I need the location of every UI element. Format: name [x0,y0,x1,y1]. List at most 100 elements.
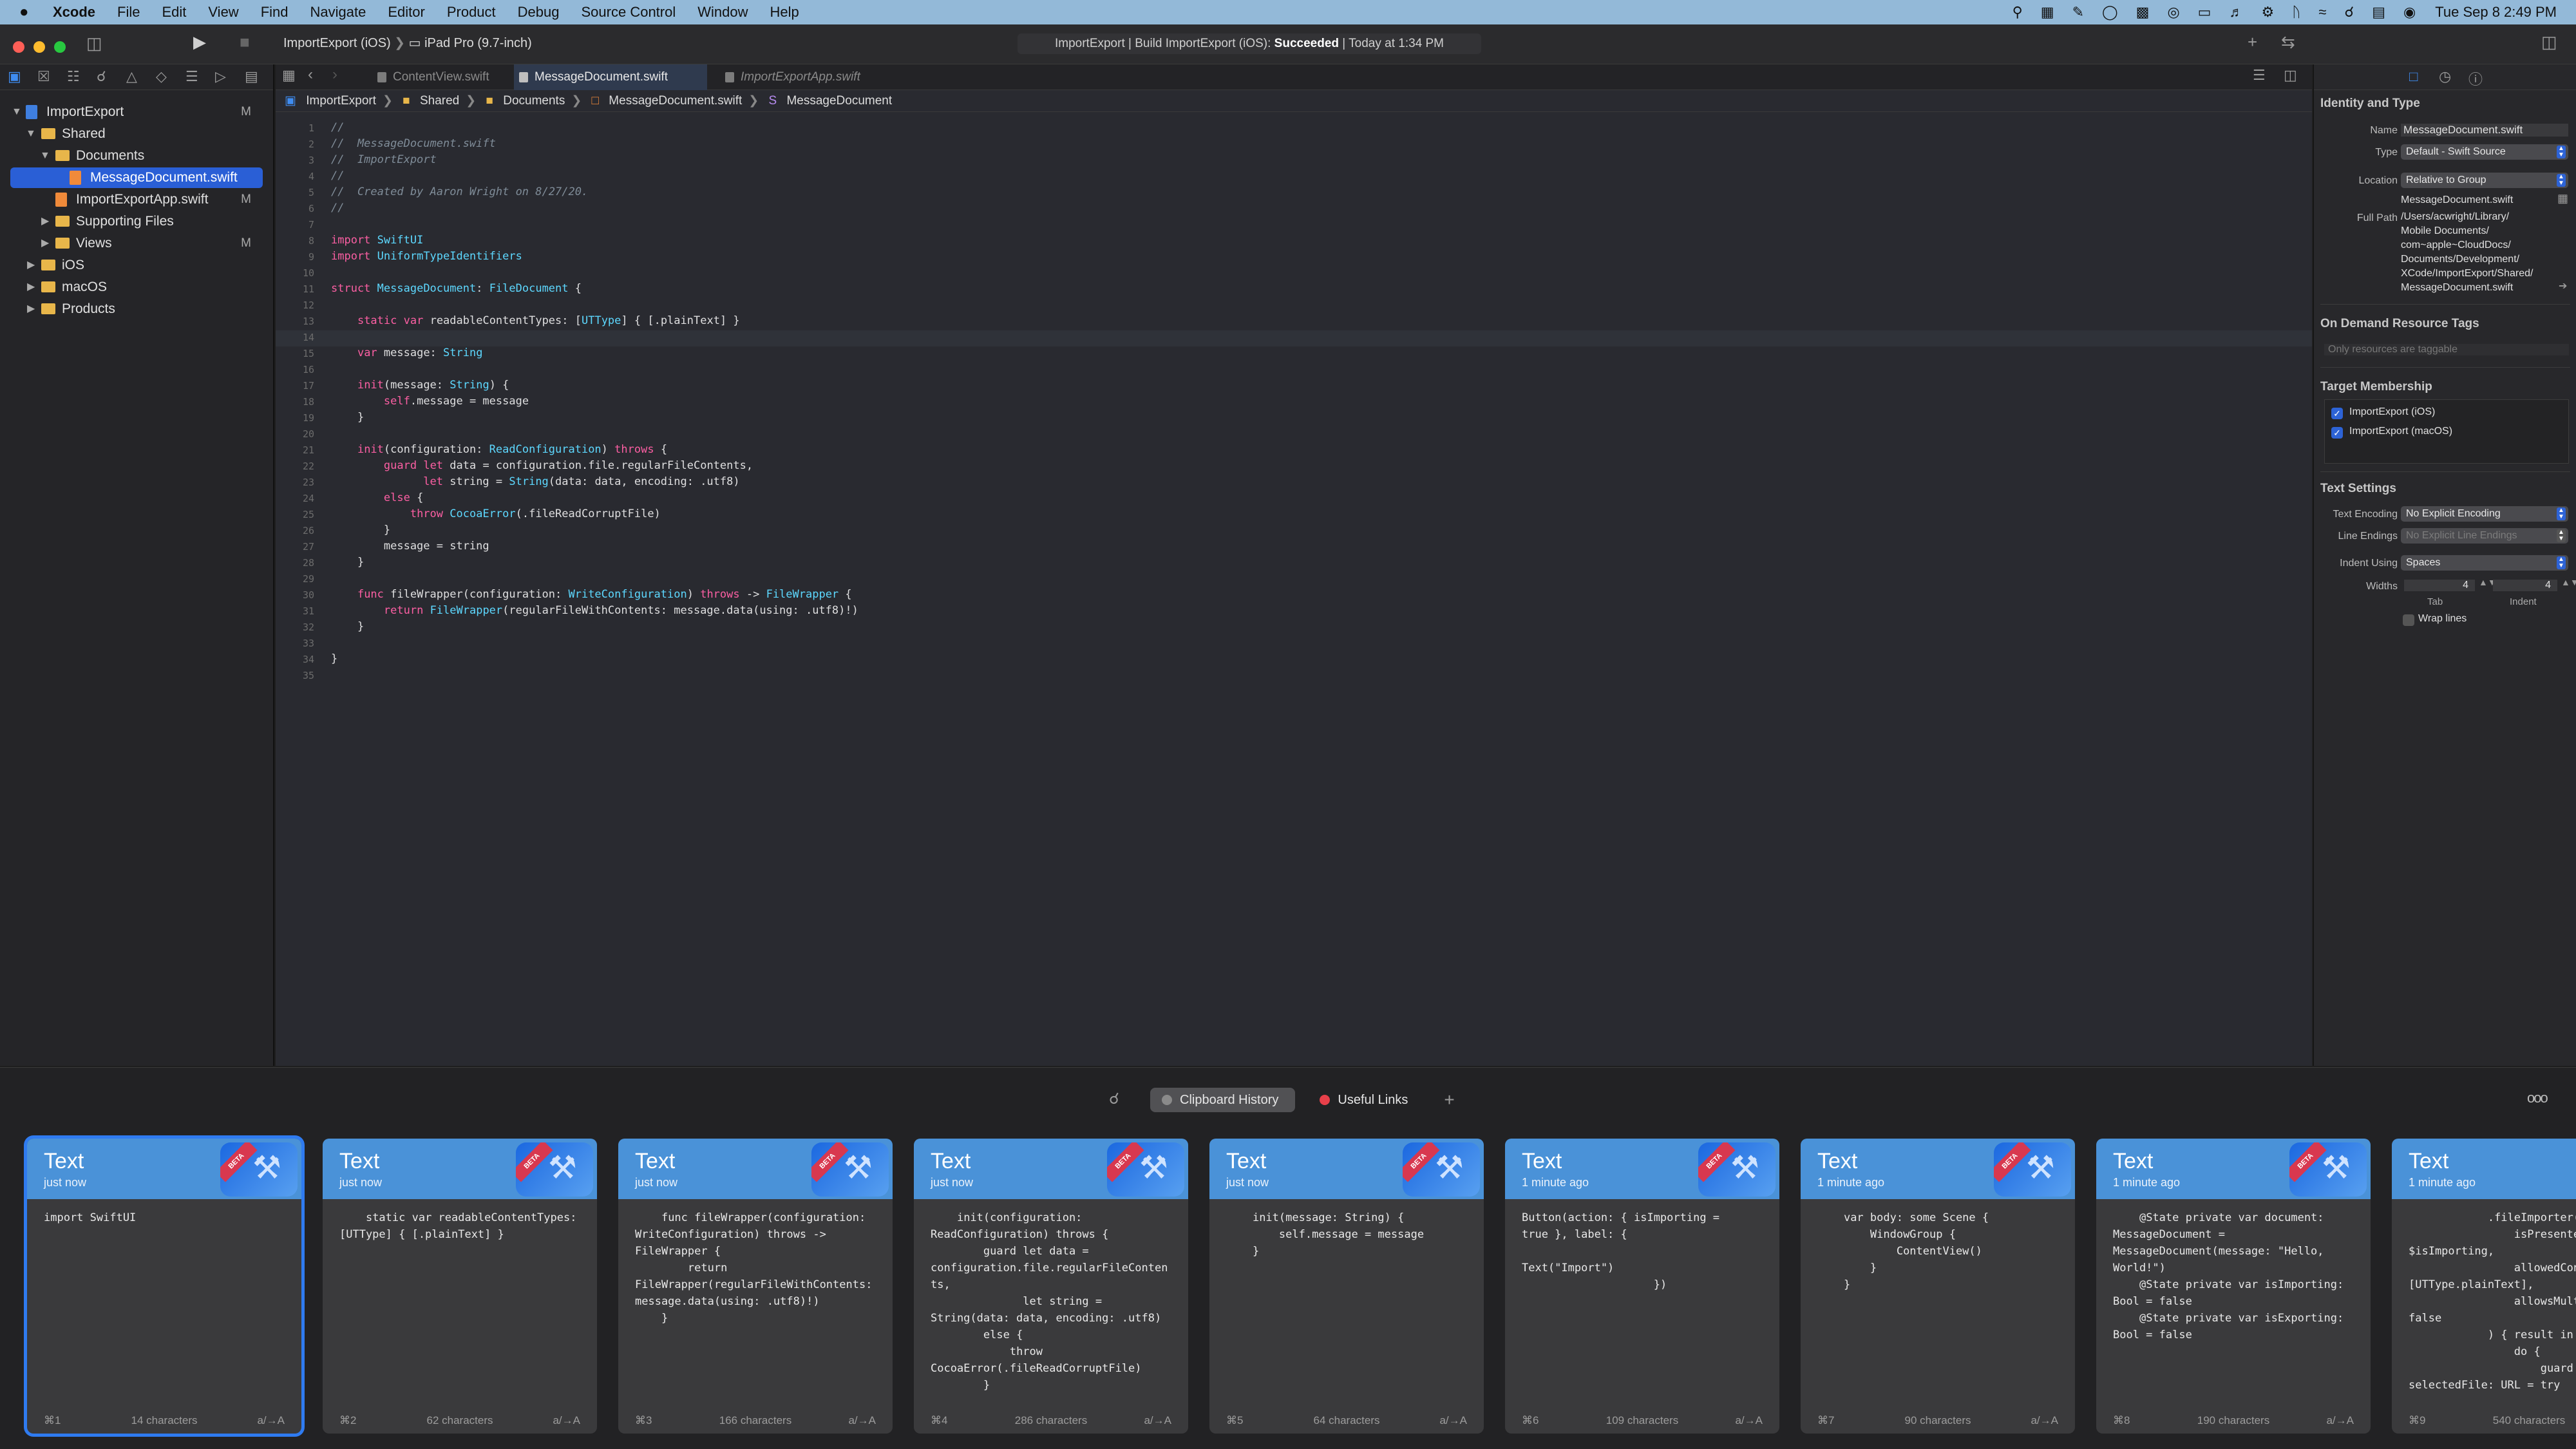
breakpoint-navigator-icon[interactable]: ▷ [215,68,226,85]
name-field[interactable]: MessageDocument.swift [2401,124,2568,137]
card-action[interactable]: a/→A [1144,1414,1171,1427]
menu-editor[interactable]: Editor [388,4,424,21]
tree-item-products[interactable]: ▶ Products [0,299,270,319]
control-center-icon[interactable]: ▤ [2372,4,2385,21]
type-popup[interactable]: Default - Swift Source ▲ ▼ [2401,144,2568,160]
tab-messagedocument[interactable]: MessageDocument.swift [514,64,707,90]
code-line[interactable]: static var readableContentTypes: [UTType… [331,314,740,327]
jump-item-documents[interactable]: Documents [503,94,565,108]
spotlight-icon[interactable]: ☌ [2344,4,2354,21]
bluetooth-icon[interactable]: ᚢ [2292,4,2300,21]
code-review-icon[interactable]: ⇆ [2281,32,2295,52]
code-line[interactable]: self.message = message [331,395,529,408]
status-circle-icon[interactable]: ◯ [2102,4,2118,21]
status-display-icon[interactable]: ▭ [2198,4,2211,21]
code-line[interactable]: // [331,202,344,214]
code-line[interactable]: message = string [331,540,489,553]
resource-tags-field[interactable]: Only resources are taggable [2324,344,2569,355]
code-line[interactable]: } [331,652,337,665]
menu-find[interactable]: Find [261,4,289,21]
menu-file[interactable]: File [117,4,140,21]
tree-item-importexportapp[interactable]: ImportExportApp.swift M [0,189,270,210]
siri-icon[interactable]: ◉ [2403,4,2416,21]
code-line[interactable]: init(configuration: ReadConfiguration) t… [331,443,667,456]
menu-source-control[interactable]: Source Control [582,4,676,21]
clipboard-card[interactable]: Text just now BETA ⚒ init(configuration: Re… [914,1139,1188,1434]
stop-icon[interactable]: ■ [240,32,250,52]
menubar-clock[interactable]: Tue Sep 8 2:49 PM [2435,4,2557,21]
inspector-toggle-icon[interactable]: ◫ [2541,32,2557,52]
code-line[interactable]: struct MessageDocument: FileDocument { [331,282,582,295]
tree-item-messagedocument[interactable]: MessageDocument.swift [10,167,263,188]
code-line[interactable]: else { [331,491,423,504]
tab-useful-links[interactable]: Useful Links [1308,1088,1425,1112]
target-macos-checkbox[interactable]: ✓ [2331,427,2343,439]
split-editor-icon[interactable]: ◫ [2284,67,2297,84]
chevron-down-icon[interactable]: ▼ [26,124,36,144]
status-globe-icon[interactable]: ◎ [2167,4,2179,21]
code-line[interactable]: // [331,121,344,134]
status-gear-icon[interactable]: ⚙ [2261,4,2274,21]
card-action[interactable]: a/→A [848,1414,876,1427]
line-endings-popup[interactable]: No Explicit Line Endings ▲ ▼ [2401,528,2568,544]
scheme-selector[interactable]: ImportExport (iOS) ❯ ▭ iPad Pro (9.7-inc… [283,35,532,51]
status-apps-icon[interactable]: ▩ [2136,4,2150,21]
tree-item-shared[interactable]: ▼ Shared [0,124,270,144]
status-pen-icon[interactable]: ✎ [2072,4,2084,21]
clipboard-card[interactable]: Text 1 minute ago BETA ⚒ var body: some Sce… [1801,1139,2075,1434]
code-line[interactable]: let string = String(data: data, encoding… [331,475,739,488]
chevron-right-icon[interactable]: ▶ [41,233,49,254]
issue-navigator-icon[interactable]: △ [126,68,137,85]
add-library-icon[interactable]: + [2248,32,2257,52]
menu-product[interactable]: Product [447,4,496,21]
menu-edit[interactable]: Edit [162,4,186,21]
volume-icon[interactable]: ♬ [2229,4,2243,21]
tab-contentview[interactable]: ContentView.swift [372,64,520,90]
target-ios-checkbox[interactable]: ✓ [2331,408,2343,419]
clipboard-card[interactable]: Text 1 minute ago BETA ⚒ Button(action: { is… [1505,1139,1779,1434]
clipboard-card[interactable]: Text 1 minute ago .fileImporter( isPresen… [2392,1139,2576,1434]
code-line[interactable]: guard let data = configuration.file.regu… [331,459,753,472]
clipboard-card[interactable]: Text just now BETA ⚒ init(message: String) … [1209,1139,1484,1434]
find-navigator-icon[interactable]: ☌ [97,68,106,85]
card-action[interactable]: a/→A [553,1414,580,1427]
tree-item-views[interactable]: ▶ Views M [0,233,270,254]
add-tab-icon[interactable]: + [1444,1090,1454,1110]
editor-options-icon[interactable]: ☰ [2253,67,2266,84]
chevron-down-icon[interactable]: ▼ [12,102,22,122]
more-options-icon[interactable]: ooo [2527,1090,2548,1106]
forward-icon[interactable]: › [332,66,337,84]
card-action[interactable]: a/→A [2326,1414,2354,1427]
wifi-icon[interactable]: ≈ [2318,4,2326,21]
code-line[interactable]: // Created by Aaron Wright on 8/27/20. [331,185,588,198]
tab-clipboard-history[interactable]: Clipboard History [1150,1088,1296,1112]
code-line[interactable]: } [331,620,364,633]
tree-item-ios[interactable]: ▶ iOS [0,255,270,276]
card-action[interactable]: a/→A [1735,1414,1763,1427]
card-action[interactable]: a/→A [1439,1414,1467,1427]
close-window-button[interactable] [13,41,24,53]
chevron-right-icon[interactable]: ▶ [27,277,35,298]
clipboard-card[interactable]: Text just now BETA ⚒ import SwiftUI ⌘1 14 char… [27,1139,301,1434]
code-line[interactable]: return FileWrapper(regularFileWithConten… [331,604,858,617]
menu-view[interactable]: View [208,4,238,21]
indent-width-stepper[interactable]: ▲▼ [2561,577,2576,587]
tab-width-field[interactable]: 4 [2404,580,2475,591]
jump-item-project[interactable]: ImportExport [306,94,376,108]
chevron-right-icon[interactable]: ▶ [41,211,49,232]
chevron-right-icon[interactable]: ▶ [27,255,35,276]
jump-item-file[interactable]: MessageDocument.swift [609,94,742,108]
code-line[interactable]: import UniformTypeIdentifiers [331,250,522,263]
code-line[interactable]: var message: String [331,346,483,359]
apple-menu-icon[interactable]: ● [19,3,39,21]
chevron-right-icon[interactable]: ▶ [27,299,35,319]
sidebar-toggle-icon[interactable]: ◫ [86,33,102,53]
code-line[interactable]: } [331,411,364,424]
encoding-popup[interactable]: No Explicit Encoding ▲ ▼ [2401,506,2568,522]
menu-help[interactable]: Help [770,4,799,21]
tab-importexportapp[interactable]: ImportExportApp.swift [720,64,887,90]
code-line[interactable]: // [331,169,344,182]
tree-item-supporting-files[interactable]: ▶ Supporting Files [0,211,270,232]
code-line[interactable]: func fileWrapper(configuration: WriteCon… [331,588,852,601]
code-line[interactable]: } [331,556,364,569]
